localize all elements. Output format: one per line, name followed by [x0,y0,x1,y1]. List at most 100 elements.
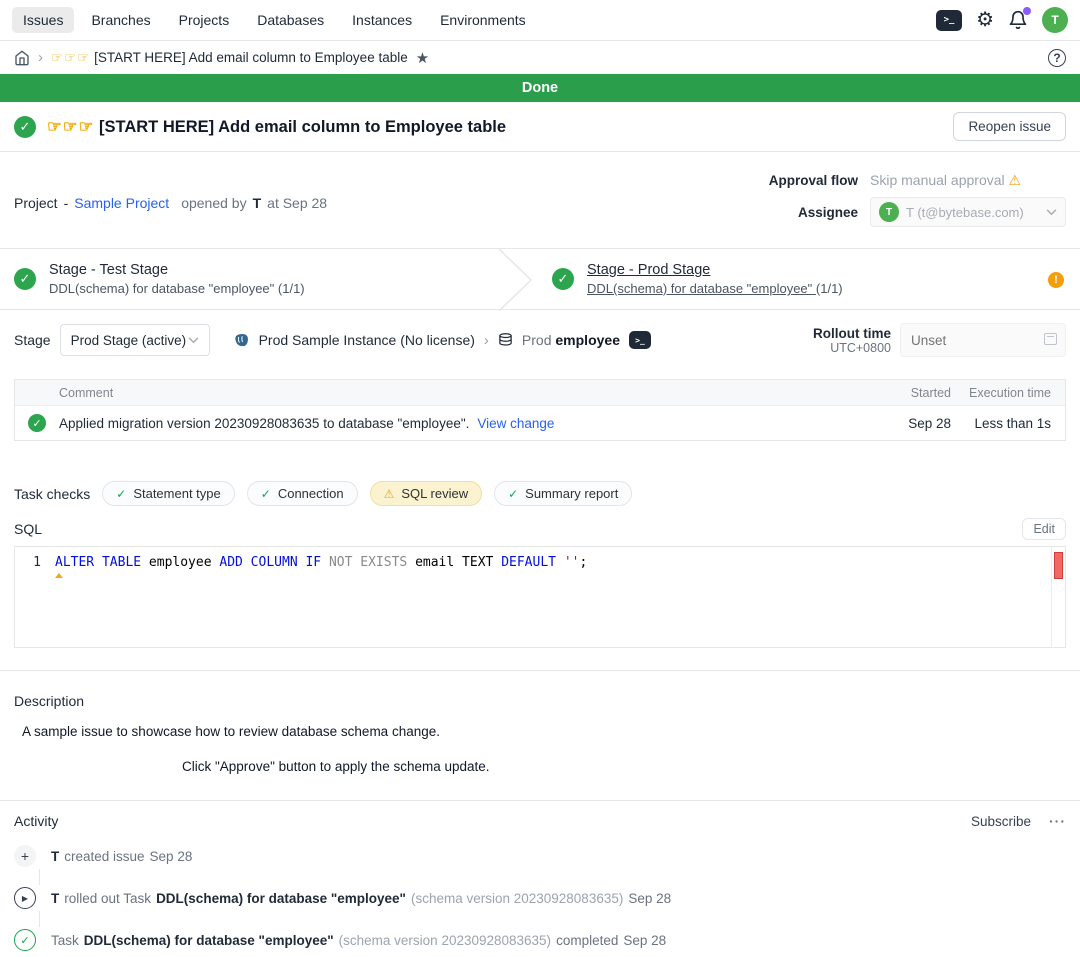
activity-header: Activity Subscribe ··· [14,813,1066,829]
stage-prod-name: Stage - Prod Stage [587,262,843,278]
project-label: Project [14,195,58,211]
task-checks: Task checks ✓ Statement type ✓ Connectio… [0,481,1080,506]
star-icon[interactable]: ★ [416,49,429,67]
check-pill-connection[interactable]: ✓ Connection [247,481,358,506]
project-dash: - [64,195,69,211]
row-execution-time: Less than 1s [961,416,1065,431]
description-line: A sample issue to showcase how to review… [14,724,1066,739]
approval-flow-value: Skip manual approval ⚠ [870,172,1066,189]
check-circle-outline-icon: ✓ [14,929,36,951]
assignee-label: Assignee [769,205,858,220]
reopen-issue-button[interactable]: Reopen issue [953,112,1066,141]
header-execution-time: Execution time [961,386,1065,400]
database-link[interactable]: Prod employee [522,332,620,348]
warning-triangle-icon: ⚠ [1009,172,1022,188]
database-icon [498,332,513,348]
stage-alert-icon[interactable]: ! [1048,272,1064,288]
chevron-down-icon [188,337,199,344]
stage-test-task: DDL(schema) for database "employee" (1/1… [49,281,305,296]
row-success-check-icon: ✓ [28,414,46,432]
row-comment: Applied migration version 20230928083635… [59,416,469,431]
issue-done-check-icon: ✓ [14,116,36,138]
plus-icon: + [14,845,36,867]
sql-editor-icon[interactable]: >_ [936,10,962,31]
opened-by-text: opened by [181,195,246,211]
check-pill-statement-type[interactable]: ✓ Statement type [102,481,235,506]
rollout-timezone: UTC+0800 [830,341,891,355]
project-line: Project - Sample Project opened by T at … [14,172,327,234]
stage-select[interactable]: Prod Stage (active) [60,324,210,356]
chevron-right-icon: › [484,332,489,349]
chevron-down-icon [1046,209,1057,216]
assignee-select[interactable]: T T (t@bytebase.com) [870,197,1066,227]
settings-gear-icon[interactable]: ⚙ [976,10,994,30]
description-label: Description [14,693,1066,709]
stage-prod-check-icon: ✓ [552,268,574,290]
view-change-link[interactable]: View change [477,416,554,431]
chevron-right-icon: › [38,49,43,66]
sql-label: SQL [14,521,42,537]
sql-hint-caret [55,573,63,578]
header-started: Started [871,386,951,400]
issue-meta: Project - Sample Project opened by T at … [0,152,1080,248]
stage-bar: Stage Prod Stage (active) Prod Sample In… [0,310,1080,367]
stage-test[interactable]: ✓ Stage - Test Stage DDL(schema) for dat… [0,249,497,309]
line-number: 1 [15,555,55,570]
nav-item-instances[interactable]: Instances [341,7,423,33]
nav-item-branches[interactable]: Branches [80,7,161,33]
notifications-bell[interactable] [1008,10,1028,30]
rollout-time-input[interactable] [900,323,1066,357]
sql-section-header: SQL Edit [0,518,1080,540]
subscribe-button[interactable]: Subscribe [971,814,1031,829]
description-line: Click "Approve" button to apply the sche… [14,759,1066,774]
task-table: Comment Started Execution time ✓ Applied… [14,379,1066,441]
sql-editor[interactable]: 1 ALTER TABLE employee ADD COLUMN IF NOT… [14,546,1066,648]
calendar-icon [1044,333,1057,345]
stage-prod-task: DDL(schema) for database "employee" (1/1… [587,281,843,296]
check-icon: ✓ [508,487,518,501]
approval-flow-row: Approval flow Skip manual approval ⚠ [769,172,1066,189]
help-icon[interactable]: ? [1048,49,1066,67]
activity-connector [39,869,40,885]
stage-prod[interactable]: ✓ Stage - Prod Stage DDL(schema) for dat… [497,249,843,309]
issue-title: ☞☞☞ [START HERE] Add email column to Emp… [47,117,506,137]
description-section: Description A sample issue to showcase h… [0,671,1080,774]
status-banner: Done [0,74,1080,102]
task-table-row[interactable]: ✓ Applied migration version 202309280836… [15,406,1065,440]
assignee-value: T (t@bytebase.com) [906,205,1024,220]
stage-strip: ✓ Stage - Test Stage DDL(schema) for dat… [0,248,1080,310]
top-nav: Issues Branches Projects Databases Insta… [0,0,1080,41]
sql-code-row: 1 ALTER TABLE employee ADD COLUMN IF NOT… [15,547,1065,570]
sql-edit-button[interactable]: Edit [1022,518,1066,540]
nav-item-issues[interactable]: Issues [12,7,74,33]
nav-item-environments[interactable]: Environments [429,7,537,33]
more-menu-icon[interactable]: ··· [1049,813,1066,829]
project-link[interactable]: Sample Project [74,195,169,211]
nav-item-databases[interactable]: Databases [246,7,335,33]
open-in-editor-icon[interactable]: >_ [629,331,651,349]
activity-item-completed: ✓ Task DDL(schema) for database "employe… [14,927,1066,953]
check-icon: ✓ [261,487,271,501]
postgresql-icon [233,332,250,349]
activity-list: + T created issue Sep 28 ▶ T rolled out … [14,843,1066,953]
header-comment: Comment [59,386,871,400]
error-marker [1054,552,1063,579]
editor-scrollbar[interactable] [1051,547,1065,647]
stage-separator-chevron [497,249,533,311]
rollout-time-label: Rollout time [813,326,891,341]
opened-at-text: at Sep 28 [267,195,327,211]
main-nav: Issues Branches Projects Databases Insta… [12,7,537,33]
warning-triangle-icon: ⚠ [384,487,395,501]
user-avatar[interactable]: T [1042,7,1068,33]
home-icon[interactable] [14,50,30,66]
task-table-header: Comment Started Execution time [15,380,1065,406]
meta-right-panel: Approval flow Skip manual approval ⚠ Ass… [769,172,1066,234]
assignee-row: Assignee T T (t@bytebase.com) [769,197,1066,227]
check-pill-summary-report[interactable]: ✓ Summary report [494,481,632,506]
notification-dot [1023,7,1031,15]
check-pill-sql-review[interactable]: ⚠ SQL review [370,481,482,506]
nav-item-projects[interactable]: Projects [168,7,241,33]
instance-link[interactable]: Prod Sample Instance (No license) [259,332,475,348]
pointing-emoji: ☞☞☞ [47,118,94,136]
activity-section: Activity Subscribe ··· + T created issue… [0,801,1080,953]
